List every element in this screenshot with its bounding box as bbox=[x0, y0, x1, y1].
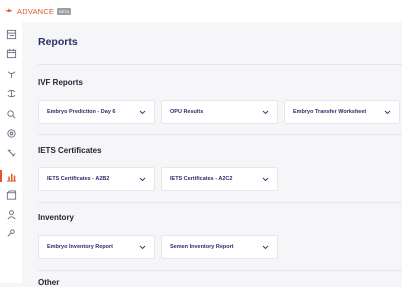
section-title-inventory: Inventory bbox=[38, 213, 75, 222]
page-title: Reports bbox=[38, 36, 78, 48]
brand-name: ADVANCE bbox=[17, 6, 55, 16]
dashboard-icon[interactable] bbox=[5, 28, 17, 40]
chevron-down-icon bbox=[262, 245, 269, 249]
main-content: Reports IVF Reports Embryo Prediction - … bbox=[22, 22, 402, 287]
iets-select-a2c2[interactable]: IETS Certificates - A2C2 bbox=[161, 167, 278, 191]
section-title-iets: IETS Certificates bbox=[38, 146, 102, 155]
top-bar: ADVANCE BETA bbox=[0, 0, 402, 22]
select-label: IETS Certificates - A2B2 bbox=[47, 176, 110, 182]
chevron-down-icon bbox=[139, 177, 146, 181]
select-label: Semen Inventory Report bbox=[170, 244, 234, 250]
search-icon[interactable] bbox=[5, 108, 17, 120]
ivf-select-embryo-transfer-worksheet[interactable]: Embryo Transfer Worksheet bbox=[284, 100, 400, 124]
chevron-down-icon bbox=[262, 177, 269, 181]
title-divider bbox=[38, 64, 402, 65]
inventory-icon[interactable] bbox=[5, 189, 17, 201]
inventory-select-embryo[interactable]: Embryo Inventory Report bbox=[38, 235, 155, 259]
section-title-ivf: IVF Reports bbox=[38, 78, 83, 87]
ivf-select-opu-results[interactable]: OPU Results bbox=[161, 100, 278, 124]
calendar-icon[interactable] bbox=[5, 47, 17, 59]
chevron-down-icon bbox=[139, 110, 146, 114]
active-nav-indicator bbox=[0, 170, 2, 182]
chevron-down-icon bbox=[262, 110, 269, 114]
transfer-icon[interactable] bbox=[5, 87, 17, 99]
select-label: Embryo Inventory Report bbox=[47, 244, 114, 250]
reports-icon[interactable] bbox=[5, 170, 17, 182]
inventory-select-semen[interactable]: Semen Inventory Report bbox=[161, 235, 278, 259]
section-divider bbox=[38, 134, 402, 135]
ivf-select-embryo-prediction[interactable]: Embryo Prediction - Day 6 bbox=[38, 100, 155, 124]
settings-icon[interactable] bbox=[5, 227, 17, 239]
section-divider bbox=[38, 202, 402, 203]
beta-badge: BETA bbox=[57, 7, 72, 15]
section-divider bbox=[38, 270, 402, 271]
brand-mark-icon bbox=[5, 8, 13, 12]
select-label: OPU Results bbox=[170, 109, 204, 115]
lab-icon[interactable] bbox=[5, 127, 17, 139]
brand-logo[interactable]: ADVANCE BETA bbox=[4, 6, 72, 16]
chevron-down-icon bbox=[384, 110, 391, 114]
select-label: Embryo Transfer Worksheet bbox=[293, 109, 367, 115]
syringe-icon[interactable] bbox=[5, 146, 17, 158]
user-icon[interactable] bbox=[5, 208, 17, 220]
animals-icon[interactable] bbox=[5, 68, 17, 80]
select-label: IETS Certificates - A2C2 bbox=[170, 176, 233, 182]
iets-select-a2b2[interactable]: IETS Certificates - A2B2 bbox=[38, 167, 155, 191]
select-label: Embryo Prediction - Day 6 bbox=[47, 109, 116, 115]
sidebar bbox=[0, 22, 22, 283]
chevron-down-icon bbox=[139, 245, 146, 249]
